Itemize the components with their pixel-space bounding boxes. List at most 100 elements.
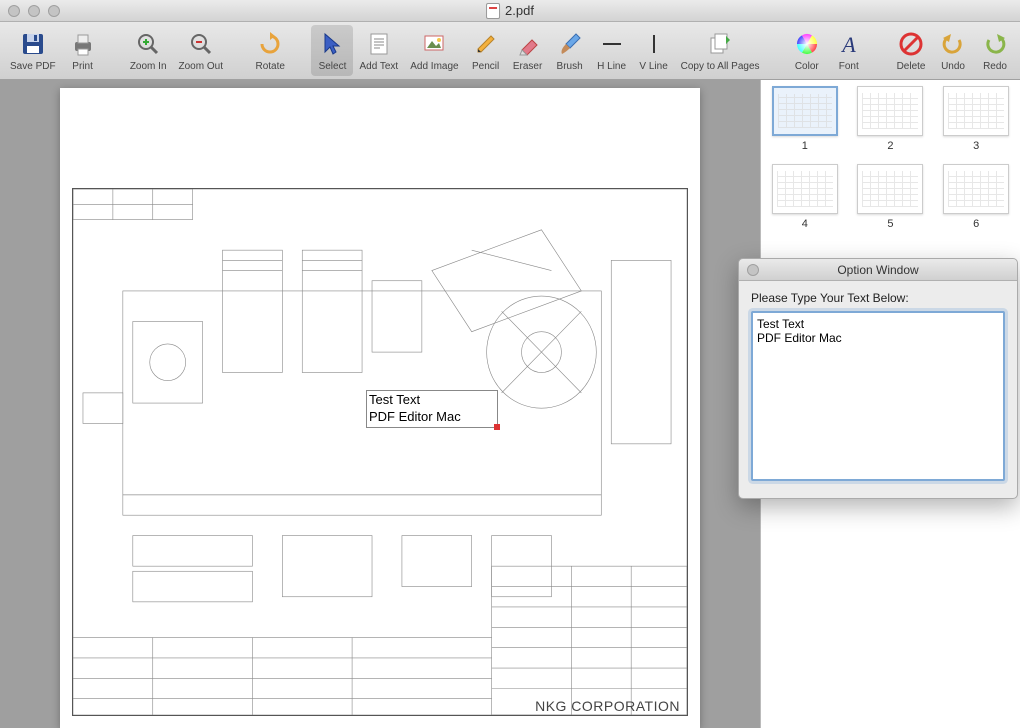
toolbar-label: Save PDF [10,61,56,72]
color-button[interactable]: Color [786,25,828,76]
thumbnail-number: 1 [802,140,808,152]
thumbnail-grid: 1 2 3 4 56 [767,86,1014,230]
thumbnail-page-2[interactable]: 2 [853,86,929,152]
toolbar-label: V Line [639,61,667,72]
rotate-icon [255,29,285,59]
toolbar: Save PDF Print Zoom In Zoom Out Rotate Select… [0,22,1020,80]
toolbar-label: Undo [941,61,965,72]
addimage-button[interactable]: Add Image [404,25,464,76]
option-body: Please Type Your Text Below: [739,281,1017,498]
window-titlebar: 2.pdf [0,0,1020,22]
minimize-light[interactable] [28,5,40,17]
toolbar-label: Zoom Out [179,61,223,72]
toolbar-group: Rotate [249,25,291,76]
option-prompt: Please Type Your Text Below: [751,291,1005,305]
delete-button[interactable]: Delete [890,25,932,76]
thumbnail-number: 2 [887,140,893,152]
copyall-button[interactable]: Copy to All Pages [675,25,766,76]
brush-icon [555,29,585,59]
toolbar-label: H Line [597,61,626,72]
toolbar-group: Select Add Text Add Image Pencil Eraser Brush… [311,25,765,76]
thumbnail-image [943,164,1009,214]
thumbnail-page-5[interactable]: 5 [853,164,929,230]
vline-icon [639,29,669,59]
hline-icon [597,29,627,59]
pencil-icon [471,29,501,59]
toolbar-label: Delete [897,61,926,72]
toolbar-group: Zoom In Zoom Out [124,25,229,76]
addtext-button[interactable]: Add Text [353,25,404,76]
brush-button[interactable]: Brush [549,25,591,76]
close-light[interactable] [8,5,20,17]
pencil-button[interactable]: Pencil [465,25,507,76]
option-textarea[interactable] [751,311,1005,481]
document-title-text: 2.pdf [505,3,534,18]
toolbar-label: Brush [557,61,583,72]
toolbar-label: Rotate [256,61,285,72]
save-button[interactable]: Save PDF [4,25,62,76]
undo-button[interactable]: Undo [932,25,974,76]
toolbar-label: Color [795,61,819,72]
rotate-button[interactable]: Rotate [249,25,291,76]
zoom-light[interactable] [48,5,60,17]
toolbar-label: Eraser [513,61,542,72]
canvas-area[interactable]: NKG CORPORATION Test Text PDF Editor Mac [0,80,760,728]
thumbnail-page-1[interactable]: 1 [767,86,843,152]
thumbnail-number: 3 [973,140,979,152]
color-wheel-icon [792,29,822,59]
zoomin-button[interactable]: Zoom In [124,25,173,76]
printer-icon [68,29,98,59]
resize-handle[interactable] [494,424,500,430]
svg-text:A: A [840,32,856,57]
traffic-lights [8,5,60,17]
toolbar-label: Print [72,61,93,72]
text-doc-icon [364,29,394,59]
select-button[interactable]: Select [311,25,353,76]
option-titlebar[interactable]: Option Window [739,259,1017,281]
zoomout-button[interactable]: Zoom Out [173,25,229,76]
thumbnail-number: 4 [802,218,808,230]
toolbar-label: Zoom In [130,61,167,72]
option-window-title: Option Window [837,263,918,277]
undo-icon [938,29,968,59]
toolbar-group: Color A Font [786,25,870,76]
document-icon [486,3,500,19]
thumbnail-image [772,86,838,136]
toolbar-group: Save PDF Print [4,25,104,76]
floppy-icon [18,29,48,59]
thumbnail-page-4[interactable]: 4 [767,164,843,230]
pdf-page: NKG CORPORATION Test Text PDF Editor Mac [60,88,700,728]
image-icon [419,29,449,59]
redo-button[interactable]: Redo [974,25,1016,76]
toolbar-label: Pencil [472,61,499,72]
mag-minus-icon [186,29,216,59]
eraser-icon [513,29,543,59]
vline-button[interactable]: V Line [633,25,675,76]
editable-text-overlay[interactable]: Test Text PDF Editor Mac [366,390,498,428]
copy-pages-icon [705,29,735,59]
technical-drawing [72,188,688,716]
thumbnail-image [857,86,923,136]
eraser-button[interactable]: Eraser [507,25,549,76]
cursor-icon [317,29,347,59]
thumbnail-page-6[interactable]: 6 [938,164,1014,230]
window-title: 2.pdf [486,3,534,19]
font-a-icon: A [834,29,864,59]
toolbar-label: Redo [983,61,1007,72]
font-button[interactable]: A Font [828,25,870,76]
thumbnail-page-3[interactable]: 3 [938,86,1014,152]
hline-button[interactable]: H Line [591,25,633,76]
corporation-label: NKG CORPORATION [535,698,680,714]
toolbar-label: Copy to All Pages [681,61,760,72]
mag-plus-icon [133,29,163,59]
redo-icon [980,29,1010,59]
option-close-light[interactable] [747,264,759,276]
toolbar-label: Add Image [410,61,458,72]
toolbar-label: Add Text [359,61,398,72]
toolbar-label: Font [839,61,859,72]
thumbnail-image [772,164,838,214]
forbid-icon [896,29,926,59]
overlay-text: Test Text PDF Editor Mac [369,392,461,424]
option-window[interactable]: Option Window Please Type Your Text Belo… [738,258,1018,499]
print-button[interactable]: Print [62,25,104,76]
